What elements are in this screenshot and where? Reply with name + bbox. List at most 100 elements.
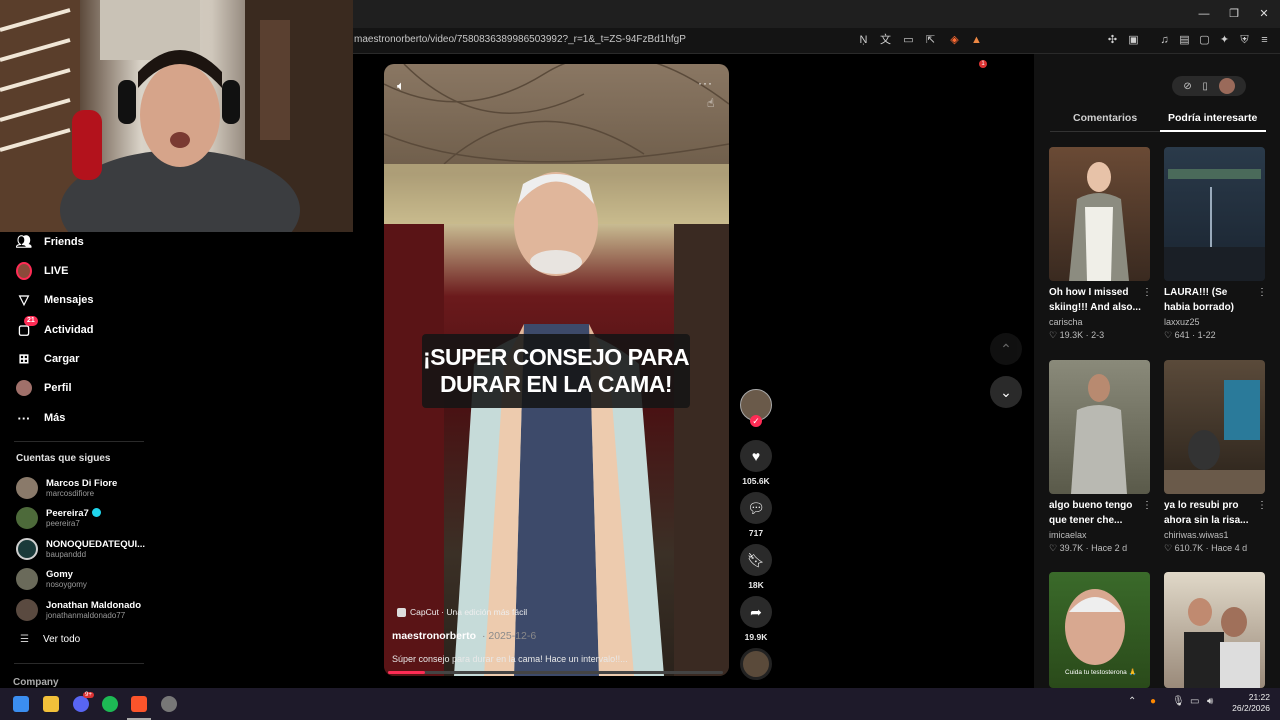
card-menu-icon[interactable]: ⋮ — [1257, 500, 1267, 511]
brave-browser-icon[interactable] — [131, 696, 147, 712]
list-icon: ☰ — [20, 634, 29, 645]
minimize-icon[interactable]: — — [1196, 6, 1212, 22]
card-thumbnail — [1164, 572, 1265, 688]
card-menu-icon[interactable]: ⋮ — [1142, 500, 1152, 511]
nav-live[interactable]: LIVE — [16, 261, 68, 281]
save-button[interactable]: 🔖︎ 18K — [739, 544, 773, 590]
clock[interactable]: 21:22 26/2/2026 — [1226, 692, 1270, 714]
discord-badge: 9+ — [83, 692, 94, 698]
nav-label: Cargar — [44, 353, 80, 365]
card-thumbnail: Cuida tu testosterona 🙏 — [1049, 572, 1150, 688]
tab-recommended[interactable]: Podría interesarte — [1168, 112, 1257, 124]
see-all-label: Ver todo — [42, 634, 81, 645]
device-icon[interactable]: ▯ — [1202, 81, 1208, 92]
recommended-card[interactable]: ya lo resubi pro ahora sin la risa... ch… — [1164, 360, 1267, 554]
comment-icon: 💬︎ — [740, 492, 772, 524]
video-more-icon[interactable]: ··· — [698, 76, 713, 90]
brave-rewards-icon[interactable]: ▲ — [970, 34, 983, 47]
url-text[interactable]: maestronorberto/video/758083638998650399… — [354, 34, 686, 45]
following-account[interactable]: Jonathan Maldonado jonathanmaldonado77 — [16, 597, 141, 623]
start-icon[interactable] — [13, 696, 29, 712]
wallet-icon[interactable]: ▣ — [1127, 34, 1140, 47]
network-icon[interactable]: ▭ — [1190, 696, 1199, 707]
nav-more[interactable]: ··· Más — [16, 408, 66, 428]
compass-icon[interactable]: ⊘ — [1183, 81, 1191, 92]
heart-outline-icon: ♡ — [1049, 543, 1058, 553]
account-name: Marcos Di Fiore — [46, 477, 118, 489]
panel-controls: ⊘ ▯ — [1172, 76, 1246, 96]
nav-messages[interactable]: ▽ Mensajes — [16, 290, 94, 310]
recommended-card[interactable]: Oh how I missed skiing!!! And also... ca… — [1049, 147, 1152, 341]
avatar — [16, 599, 38, 621]
following-account[interactable]: Marcos Di Fiore marcosdifiore — [16, 475, 117, 501]
card-likes: 610.7K — [1174, 543, 1204, 553]
nav-upload[interactable]: ⊞ Cargar — [16, 349, 80, 369]
music-disc[interactable] — [739, 648, 773, 680]
card-menu-icon[interactable]: ⋮ — [1257, 287, 1267, 298]
previous-video-button[interactable]: ⌃ — [990, 333, 1022, 365]
like-button[interactable]: ♥ 105.6K — [739, 440, 773, 486]
nav-activity[interactable]: ▢ 21 Actividad — [16, 316, 94, 340]
music-icon[interactable]: ♫ — [1158, 34, 1171, 47]
avatar — [16, 568, 38, 590]
recommended-card[interactable]: LAURA!!! (Se habia borrado) laxxuz25 ♡ 6… — [1164, 147, 1267, 341]
nav-friends[interactable]: 👥︎ Friends — [16, 232, 84, 252]
volume-icon[interactable]: 🔈︎ — [397, 78, 405, 94]
card-user: chiriwas.wiwas1 — [1164, 530, 1229, 540]
sidebar-toggle-icon[interactable]: ▤ — [1178, 34, 1191, 47]
card-menu-icon[interactable]: ⋮ — [1142, 287, 1152, 298]
share-button[interactable]: ➦ 19.9K — [739, 596, 773, 642]
friends-icon: 👥︎ — [15, 234, 33, 249]
card-date: Hace 2 d — [1091, 543, 1128, 553]
see-all-link[interactable]: ☰ Ver todo — [20, 634, 80, 645]
spotify-icon[interactable] — [102, 696, 118, 712]
cursor-icon: ☝︎ — [707, 96, 715, 110]
company-link[interactable]: Company — [13, 677, 59, 688]
brave-shields-icon[interactable]: ◈ — [948, 34, 961, 47]
tab-active-indicator — [1160, 130, 1266, 132]
volume-tray-icon[interactable]: 🔊︎ — [1207, 696, 1213, 707]
share-icon[interactable]: ⇱ — [924, 34, 937, 47]
video-author[interactable]: maestronorberto — [392, 630, 476, 642]
following-account[interactable]: Gomy nosoygomy — [16, 566, 87, 592]
alerts-badge: 1 — [979, 60, 987, 68]
obs-icon[interactable] — [161, 696, 177, 712]
tray-app-icon[interactable]: ● — [1150, 696, 1156, 707]
following-account[interactable]: Peereira7 peereira7 — [16, 505, 101, 531]
menu-icon[interactable]: ≡ — [1258, 34, 1271, 47]
microphone-icon[interactable]: 🎙︎ — [1172, 696, 1185, 707]
screen-icon[interactable]: ▭ — [902, 34, 915, 47]
reader-icon[interactable]: Ṇ — [857, 34, 870, 47]
recommended-card[interactable]: Cuida tu testosterona 🙏 — [1049, 572, 1150, 688]
next-video-button[interactable]: ⌄ — [990, 376, 1022, 408]
card-meta: ♡ 19.3K · 2-3 — [1049, 330, 1105, 340]
video-description[interactable]: Súper consejo para durar en la cama! Hac… — [392, 654, 628, 664]
capcut-label: CapCut · Una edición más fácil — [410, 607, 528, 617]
discord-icon[interactable] — [73, 696, 89, 712]
capcut-tag[interactable]: CapCut · Una edición más fácil — [397, 607, 527, 617]
wallet2-icon[interactable]: ▢ — [1198, 34, 1211, 47]
upload-icon: ⊞ — [18, 351, 30, 366]
like-count: 105.6K — [742, 476, 770, 486]
video-player[interactable]: 🔈︎ ··· ¡SUPER CONSEJO PARA DURAR EN LA C… — [384, 64, 729, 676]
tab-comments[interactable]: Comentarios — [1073, 112, 1137, 124]
follow-check-icon[interactable]: ✓ — [750, 415, 762, 427]
activity-icon: ▢ 21 — [16, 316, 38, 338]
comment-button[interactable]: 💬︎ 717 — [739, 492, 773, 538]
extensions-icon[interactable]: ✣ — [1106, 34, 1119, 47]
card-thumbnail — [1164, 360, 1265, 494]
recommended-card[interactable]: algo bueno tengo que tener che... imicae… — [1049, 360, 1152, 554]
vpn-icon[interactable]: ⛨ — [1238, 34, 1251, 47]
nav-profile[interactable]: Perfil — [16, 378, 72, 398]
user-avatar[interactable] — [1218, 78, 1235, 94]
translate-icon[interactable]: 文 — [879, 34, 892, 47]
recommended-card[interactable] — [1164, 572, 1265, 688]
following-account[interactable]: NONOQUEDATEQUI... baupanddd — [16, 536, 145, 562]
progress-track[interactable] — [388, 671, 723, 674]
restore-icon[interactable]: ❐ — [1226, 6, 1242, 22]
file-explorer-icon[interactable] — [43, 696, 59, 712]
leo-icon[interactable]: ✦ — [1218, 34, 1231, 47]
close-window-icon[interactable]: ✕ — [1256, 6, 1272, 22]
creator-avatar[interactable]: ✓ — [739, 389, 773, 427]
tray-chevron-icon[interactable]: ⌃ — [1128, 696, 1136, 707]
